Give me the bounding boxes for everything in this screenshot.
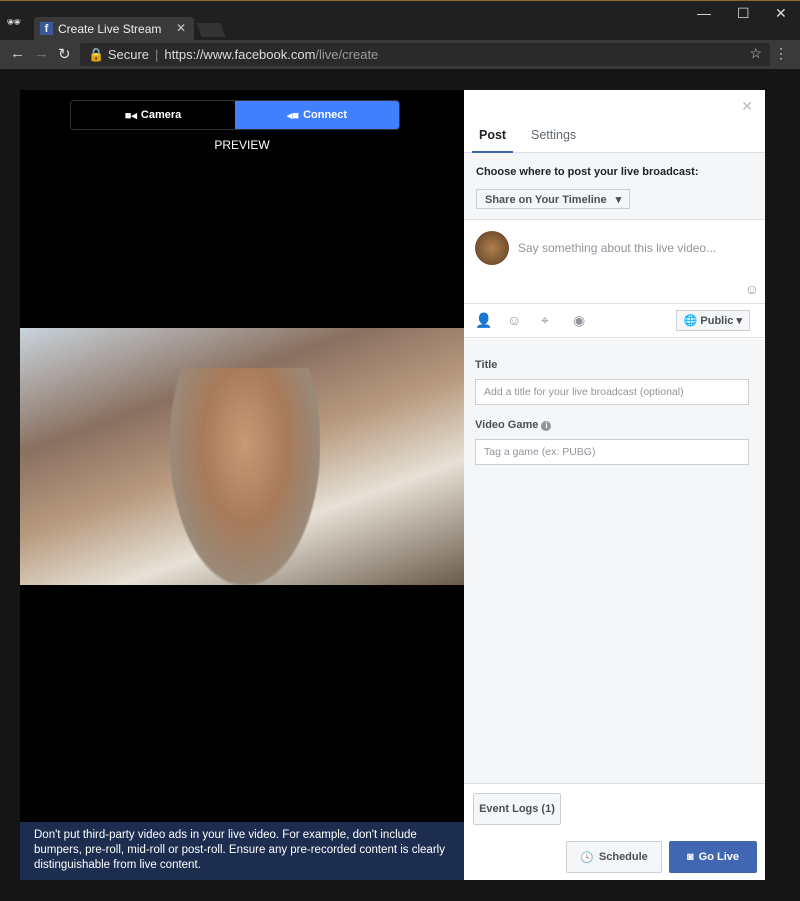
- tag-friends-icon[interactable]: 👤: [475, 312, 492, 329]
- address-bar[interactable]: 🔒 Secure | https://www.facebook.com/live/c…: [80, 43, 770, 66]
- feeling-icon[interactable]: ☺: [507, 312, 521, 328]
- tab-post[interactable]: Post: [471, 128, 514, 154]
- camera-video-feed: [20, 328, 464, 585]
- url-host: https://www.facebook.com: [164, 47, 316, 62]
- tab-settings[interactable]: Settings: [531, 128, 576, 142]
- destination-label: Choose where to post your live broadcast…: [476, 166, 699, 178]
- browser-toolbar: ← → ↻ 🔒 Secure | https://www.facebook.com/…: [0, 40, 800, 69]
- video-game-label: Video Game i: [475, 419, 552, 431]
- video-game-input[interactable]: Tag a game (ex: PUBG): [475, 439, 749, 465]
- title-label: Title: [475, 359, 498, 371]
- close-window-icon[interactable]: ✕: [775, 5, 787, 22]
- globe-icon: 🌐: [683, 315, 698, 327]
- post-actions: 👤 ☺ ⌖ ◉ 🌐 Public ▾: [464, 304, 765, 338]
- facebook-favicon-icon: f: [40, 22, 53, 35]
- audience-selector[interactable]: 🌐 Public ▾: [675, 310, 750, 331]
- close-icon[interactable]: ✕: [741, 98, 753, 115]
- bookmark-star-icon[interactable]: ☆: [749, 45, 762, 62]
- caret-down-icon: ▾: [615, 194, 622, 206]
- minimize-icon[interactable]: —: [697, 5, 711, 21]
- url-path: /live/create: [315, 47, 379, 62]
- plug-icon: ◂■: [286, 109, 300, 122]
- caret-down-icon: ▾: [736, 315, 742, 327]
- browser-tab[interactable]: f Create Live Stream ✕: [34, 17, 194, 41]
- forward-icon[interactable]: →: [34, 45, 49, 62]
- source-toggle: ■◂ Camera ◂■ Connect: [70, 100, 400, 130]
- reload-icon[interactable]: ↻: [58, 45, 71, 63]
- preview-label: PREVIEW: [214, 138, 270, 152]
- event-logs-button[interactable]: Event Logs (1): [473, 793, 561, 825]
- panel-tabs: Post Settings: [464, 120, 765, 154]
- destination-dropdown[interactable]: Share on Your Timeline ▾: [476, 189, 631, 209]
- new-tab-button[interactable]: [196, 23, 226, 37]
- incognito-icon: 🕶: [6, 15, 22, 29]
- title-input[interactable]: Add a title for your live broadcast (opt…: [475, 379, 749, 405]
- close-tab-icon[interactable]: ✕: [176, 21, 186, 35]
- ads-policy-notice: Don't put third-party video ads in your …: [20, 822, 464, 880]
- maximize-icon[interactable]: ☐: [737, 5, 750, 22]
- live-camera-icon: ◙: [687, 851, 694, 863]
- sticker-icon[interactable]: ◉: [573, 312, 585, 329]
- info-icon[interactable]: i: [541, 421, 552, 431]
- title-bar: 🕶 f Create Live Stream ✕ — ☐ ✕: [0, 0, 800, 41]
- secure-label: Secure: [107, 47, 150, 62]
- video-camera-icon: ■◂: [124, 109, 137, 122]
- emoji-icon[interactable]: ☺: [745, 281, 759, 297]
- connect-button[interactable]: ◂■ Connect: [235, 101, 399, 129]
- location-icon[interactable]: ⌖: [541, 312, 549, 329]
- clock-icon: 🕓: [580, 851, 594, 864]
- schedule-button[interactable]: 🕓 Schedule: [566, 841, 662, 873]
- broadcast-details: Title Add a title for your live broadcas…: [464, 339, 765, 784]
- post-panel: ✕ Post Settings Choose where to post you…: [464, 90, 765, 880]
- lock-icon: 🔒: [88, 47, 105, 62]
- camera-button[interactable]: ■◂ Camera: [71, 101, 235, 129]
- menu-icon[interactable]: ⋮: [774, 45, 788, 62]
- compose-input[interactable]: Say something about this live video...: [518, 241, 716, 255]
- person-in-video: [170, 368, 320, 585]
- stream-preview-area: ■◂ Camera ◂■ Connect PREVIEW Don't put thi…: [20, 90, 464, 880]
- back-icon[interactable]: ←: [10, 45, 25, 62]
- tab-title: Create Live Stream: [58, 22, 162, 36]
- compose-area: Say something about this live video... ☺: [464, 221, 765, 304]
- post-destination-section: Choose where to post your live broadcast…: [464, 153, 765, 220]
- go-live-button[interactable]: ◙ Go Live: [669, 841, 757, 873]
- avatar: [475, 231, 509, 265]
